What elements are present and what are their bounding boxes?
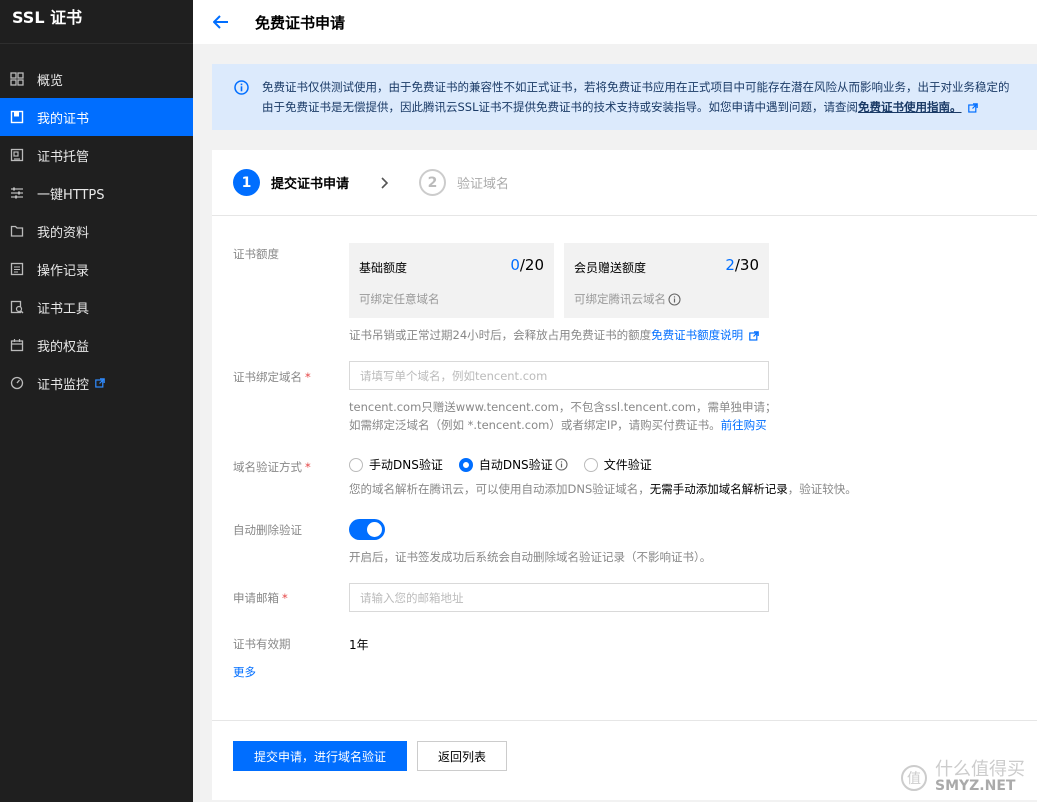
sidebar-item-benefits[interactable]: 我的权益 bbox=[0, 326, 193, 364]
sidebar-item-label: 一键HTTPS bbox=[37, 187, 105, 203]
notice-line-2: 由于免费证书是无偿提供，因此腾讯云SSL证书不提供免费证书的技术支持或安装指导。… bbox=[262, 97, 1037, 117]
radio-manual-dns[interactable]: 手动DNS验证 bbox=[349, 456, 443, 473]
log-icon bbox=[9, 262, 24, 277]
watermark-logo-icon: 值 bbox=[901, 765, 927, 791]
grid-icon bbox=[9, 72, 24, 87]
validity-value: 1年 bbox=[349, 638, 369, 652]
sidebar-menu: 概览 我的证书 证书托管 一键HTTPS 我的资料 操作记录 证书工具 我的权益… bbox=[0, 60, 193, 402]
verify-method-hint: 您的域名解析在腾讯云，可以使用自动添加DNS验证域名，无需手动添加域名解析记录，… bbox=[349, 482, 857, 496]
quota-label: 证书额度 bbox=[233, 247, 279, 261]
sidebar-item-label: 证书监控 bbox=[37, 377, 90, 393]
sidebar-item-hosting[interactable]: 证书托管 bbox=[0, 136, 193, 174]
watermark-cn: 什么值得买 bbox=[935, 759, 1025, 780]
submit-button[interactable]: 提交申请，进行域名验证 bbox=[233, 741, 407, 771]
sidebar-item-label: 证书托管 bbox=[37, 149, 90, 165]
step-1-number: 1 bbox=[233, 169, 260, 196]
verify-method-radio-group: 手动DNS验证 自动DNS验证 文件验证 bbox=[349, 456, 668, 473]
external-link-icon bbox=[749, 330, 759, 341]
domain-input[interactable] bbox=[349, 361, 769, 390]
back-arrow-icon[interactable] bbox=[211, 12, 231, 32]
sidebar-item-operation-log[interactable]: 操作记录 bbox=[0, 250, 193, 288]
sidebar-item-label: 概览 bbox=[37, 73, 64, 89]
chevron-right-icon bbox=[381, 176, 389, 189]
watermark-en: SMYZ.NET bbox=[935, 778, 1016, 794]
sidebar-item-label: 证书工具 bbox=[37, 301, 90, 317]
page-header: 免费证书申请 bbox=[193, 0, 1037, 44]
quota-basic-count: 0/20 bbox=[510, 256, 544, 274]
quota-member-sub: 可绑定腾讯云域名 bbox=[574, 291, 681, 307]
info-circle-icon[interactable] bbox=[555, 458, 568, 471]
quota-member-count: 2/30 bbox=[725, 256, 759, 274]
gauge-icon bbox=[9, 376, 24, 391]
external-link-icon bbox=[967, 102, 978, 113]
tool-icon bbox=[9, 300, 24, 315]
hosting-icon bbox=[9, 148, 24, 163]
step-indicator: 1 提交证书申请 2 验证域名 bbox=[212, 150, 1037, 216]
watermark: 值 什么值得买 SMYZ.NET bbox=[901, 759, 1025, 794]
page-title: 免费证书申请 bbox=[255, 13, 346, 32]
quota-explanation-link[interactable]: 免费证书额度说明 bbox=[651, 328, 743, 342]
auto-delete-hint: 开启后，证书签发成功后系统会自动删除域名验证记录（不影响证书）。 bbox=[349, 550, 712, 564]
certificate-icon bbox=[9, 110, 24, 125]
domain-hint: tencent.com只赠送www.tencent.com，不包含ssl.ten… bbox=[349, 400, 777, 432]
quota-basic-title: 基础额度 bbox=[359, 261, 408, 275]
notice-banner: 免费证书仅供测试使用，由于免费证书的兼容性不如正式证书，若将免费证书应用在正式项… bbox=[212, 64, 1037, 130]
sidebar: SSL 证书 概览 我的证书 证书托管 一键HTTPS 我的资料 操作记录 证书… bbox=[0, 0, 193, 802]
quota-member-title: 会员赠送额度 bbox=[574, 261, 647, 275]
external-link-icon bbox=[95, 378, 105, 388]
quota-hint: 证书吊销或正常过期24小时后，会释放占用免费证书的额度免费证书额度说明 bbox=[349, 326, 759, 344]
sidebar-item-my-data[interactable]: 我的资料 bbox=[0, 212, 193, 250]
sidebar-item-https[interactable]: 一键HTTPS bbox=[0, 174, 193, 212]
step-1-label: 提交证书申请 bbox=[271, 177, 350, 192]
sidebar-item-my-certificates[interactable]: 我的证书 bbox=[0, 98, 193, 136]
application-form-card: 1 提交证书申请 2 验证域名 证书额度 基础额度 0/20 可绑定任意域名 会… bbox=[212, 150, 1037, 800]
sliders-icon bbox=[9, 186, 24, 201]
step-2-label: 验证域名 bbox=[457, 177, 510, 192]
info-circle-icon[interactable] bbox=[668, 292, 681, 306]
auto-delete-toggle[interactable] bbox=[349, 519, 385, 540]
sidebar-item-label: 我的权益 bbox=[37, 339, 90, 355]
validity-label: 证书有效期 bbox=[233, 637, 291, 651]
step-2-number: 2 bbox=[419, 169, 447, 196]
sidebar-item-label: 我的证书 bbox=[37, 111, 90, 127]
quota-member-box: 会员赠送额度 2/30 可绑定腾讯云域名 bbox=[564, 243, 769, 318]
calendar-icon bbox=[9, 338, 24, 353]
sidebar-item-overview[interactable]: 概览 bbox=[0, 60, 193, 98]
purchase-link[interactable]: 前往购买 bbox=[721, 418, 767, 432]
sidebar-title: SSL 证书 bbox=[0, 0, 193, 44]
sidebar-item-tools[interactable]: 证书工具 bbox=[0, 288, 193, 326]
sidebar-item-label: 我的资料 bbox=[37, 225, 90, 241]
usage-guide-link[interactable]: 免费证书使用指南。 bbox=[858, 100, 962, 114]
domain-label: 证书绑定域名 * bbox=[233, 370, 311, 384]
back-to-list-button[interactable]: 返回列表 bbox=[417, 741, 507, 771]
auto-delete-label: 自动删除验证 bbox=[233, 523, 302, 537]
email-input[interactable] bbox=[349, 583, 769, 612]
radio-auto-dns[interactable]: 自动DNS验证 bbox=[458, 456, 568, 473]
radio-file[interactable]: 文件验证 bbox=[583, 456, 652, 473]
sidebar-item-label: 操作记录 bbox=[37, 263, 90, 279]
quota-basic-sub: 可绑定任意域名 bbox=[359, 292, 440, 306]
more-link[interactable]: 更多 bbox=[233, 664, 256, 680]
footer-divider bbox=[212, 720, 1037, 721]
folder-icon bbox=[9, 224, 24, 239]
sidebar-item-monitor[interactable]: 证书监控 bbox=[0, 364, 193, 402]
info-icon bbox=[234, 80, 249, 95]
quota-basic-box: 基础额度 0/20 可绑定任意域名 bbox=[349, 243, 554, 318]
verify-method-label: 域名验证方式 * bbox=[233, 460, 311, 474]
email-label: 申请邮箱 * bbox=[233, 591, 288, 605]
notice-line-1: 免费证书仅供测试使用，由于免费证书的兼容性不如正式证书，若将免费证书应用在正式项… bbox=[262, 80, 1010, 94]
